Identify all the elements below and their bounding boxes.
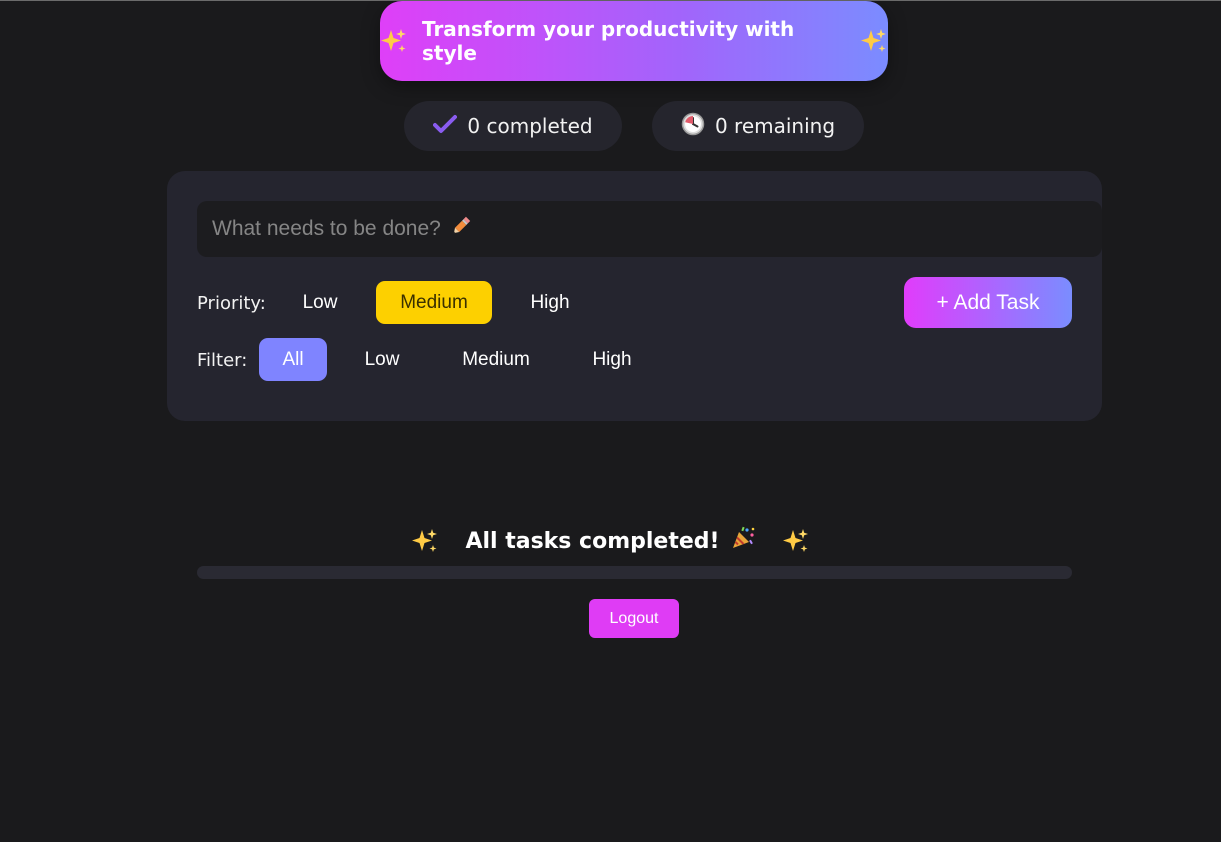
filter-high-button[interactable]: High xyxy=(573,338,651,381)
filter-low-button[interactable]: Low xyxy=(347,338,417,381)
banner-title: Transform your productivity with style xyxy=(422,17,795,65)
remaining-count-label: 0 remaining xyxy=(714,114,836,138)
filter-all-button[interactable]: All xyxy=(259,338,327,381)
priority-high-button[interactable]: High xyxy=(512,281,588,324)
sparkles-icon xyxy=(860,27,888,55)
party-popper-icon xyxy=(730,525,756,557)
clock-icon xyxy=(681,112,705,141)
completed-count-label: 0 completed xyxy=(467,114,593,138)
filter-label: Filter: xyxy=(197,350,248,371)
task-form-card: What needs to be done? Priority: Low Med… xyxy=(167,171,1102,421)
remaining-count-badge: 0 remaining xyxy=(652,101,864,151)
sparkles-icon xyxy=(380,27,408,55)
priority-low-button[interactable]: Low xyxy=(284,281,356,324)
completed-count-badge: 0 completed xyxy=(404,101,622,151)
add-task-button[interactable]: + Add Task xyxy=(904,277,1072,328)
logout-button[interactable]: Logout xyxy=(589,599,679,638)
completion-message: All tasks completed! xyxy=(0,522,1221,560)
task-input-placeholder: What needs to be done? xyxy=(212,217,441,240)
progress-bar xyxy=(197,566,1072,579)
checkmark-icon xyxy=(433,114,458,139)
priority-medium-button[interactable]: Medium xyxy=(376,281,492,324)
sparkles-icon xyxy=(782,527,810,555)
priority-label: Priority: xyxy=(197,293,266,314)
pencil-icon xyxy=(449,214,473,244)
task-input[interactable]: What needs to be done? xyxy=(197,201,1102,257)
filter-medium-button[interactable]: Medium xyxy=(439,338,553,381)
completion-text: All tasks completed! xyxy=(465,528,720,554)
sparkles-icon xyxy=(411,527,439,555)
header-banner: Transform your productivity with style xyxy=(380,1,888,81)
